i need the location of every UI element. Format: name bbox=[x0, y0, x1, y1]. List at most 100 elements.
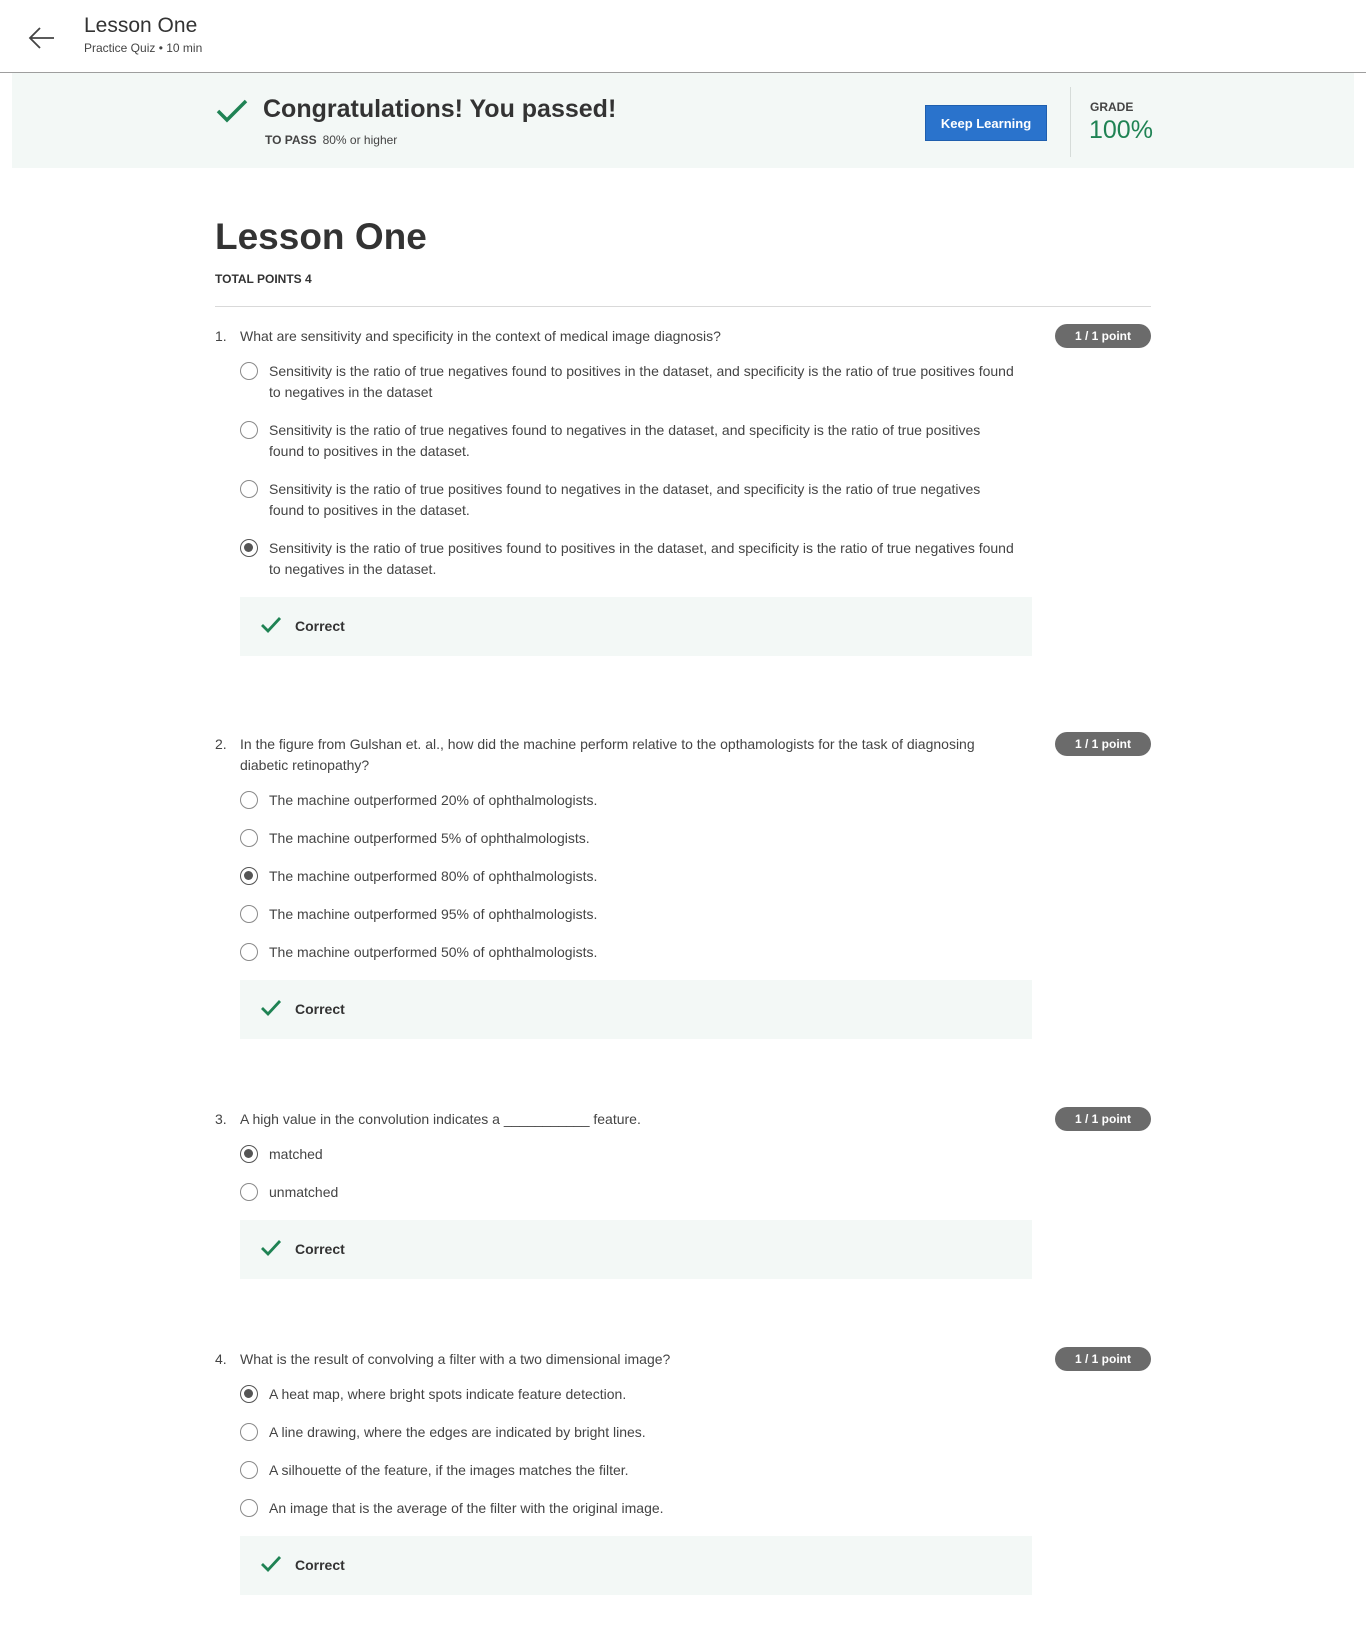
header-subtitle: Practice Quiz • 10 min bbox=[84, 41, 203, 55]
question-number: 2. bbox=[215, 736, 227, 752]
answer-option[interactable]: An image that is the average of the filt… bbox=[240, 1498, 1151, 1519]
option-label: Sensitivity is the ratio of true negativ… bbox=[269, 422, 981, 459]
radio-selected[interactable] bbox=[240, 1145, 258, 1163]
option-label: matched bbox=[269, 1146, 323, 1162]
option-label: The machine outperformed 80% of ophthalm… bbox=[269, 868, 598, 884]
answer-option[interactable]: Sensitivity is the ratio of true positiv… bbox=[240, 538, 1151, 580]
quiz-content: Lesson One TOTAL POINTS 4 1. What are sen… bbox=[215, 215, 1151, 1595]
option-label: Sensitivity is the ratio of true positiv… bbox=[269, 540, 1014, 577]
answer-options: Sensitivity is the ratio of true negativ… bbox=[240, 361, 1151, 580]
question-text: What are sensitivity and specificity in … bbox=[240, 328, 721, 344]
answer-option[interactable]: The machine outperformed 80% of ophthalm… bbox=[240, 866, 1151, 887]
radio-button[interactable] bbox=[240, 829, 258, 847]
radio-button[interactable] bbox=[240, 421, 258, 439]
option-label: A line drawing, where the edges are indi… bbox=[269, 1424, 646, 1440]
points-badge: 1 / 1 point bbox=[1055, 1107, 1151, 1131]
radio-button[interactable] bbox=[240, 791, 258, 809]
header-title: Lesson One bbox=[84, 14, 198, 37]
question-1: 1. What are sensitivity and specificity i… bbox=[215, 324, 1151, 656]
feedback-text: Correct bbox=[295, 618, 345, 634]
checkmark-icon bbox=[261, 617, 282, 634]
radio-button[interactable] bbox=[240, 905, 258, 923]
feedback-box: Correct bbox=[240, 1536, 1032, 1595]
page-title: Lesson One bbox=[215, 216, 427, 257]
option-label: Sensitivity is the ratio of true negativ… bbox=[269, 363, 1014, 400]
option-label: unmatched bbox=[269, 1184, 339, 1200]
arrow-left-icon bbox=[28, 27, 54, 49]
option-label: The machine outperformed 5% of ophthalmo… bbox=[269, 830, 590, 846]
radio-selected[interactable] bbox=[240, 1385, 258, 1403]
option-label: Sensitivity is the ratio of true positiv… bbox=[269, 481, 981, 518]
radio-button[interactable] bbox=[240, 1499, 258, 1517]
option-label: A silhouette of the feature, if the imag… bbox=[269, 1462, 629, 1478]
checkmark-icon bbox=[216, 99, 248, 123]
question-text: A high value in the convolution indicate… bbox=[240, 1111, 641, 1127]
option-label: The machine outperformed 50% of ophthalm… bbox=[269, 944, 598, 960]
radio-button[interactable] bbox=[240, 1423, 258, 1441]
answer-option[interactable]: A silhouette of the feature, if the imag… bbox=[240, 1460, 1151, 1481]
question-header: 4. What is the result of convolving a fil… bbox=[215, 1347, 1151, 1371]
top-bar: Lesson One Practice Quiz • 10 min bbox=[0, 0, 1366, 73]
question-header: 1. What are sensitivity and specificity i… bbox=[215, 324, 1151, 348]
feedback-text: Correct bbox=[295, 1241, 345, 1257]
radio-button[interactable] bbox=[240, 1461, 258, 1479]
radio-selected[interactable] bbox=[240, 539, 258, 557]
answer-option[interactable]: A line drawing, where the edges are indi… bbox=[240, 1422, 1151, 1443]
answer-option[interactable]: Sensitivity is the ratio of true positiv… bbox=[240, 479, 1151, 521]
result-banner: Congratulations! You passed! TO PASS 80% … bbox=[12, 73, 1354, 168]
radio-selected[interactable] bbox=[240, 867, 258, 885]
grade-value: 100% bbox=[1089, 116, 1153, 144]
question-header: 2. In the figure from Gulshan et. al., ho… bbox=[215, 732, 1151, 776]
answer-option[interactable]: A heat map, where bright spots indicate … bbox=[240, 1384, 1151, 1405]
question-number: 1. bbox=[215, 328, 227, 344]
to-pass-value: 80% or higher bbox=[322, 133, 398, 147]
question-text: In the figure from Gulshan et. al., how … bbox=[240, 736, 975, 773]
option-label: A heat map, where bright spots indicate … bbox=[269, 1386, 627, 1402]
grade-label: GRADE bbox=[1090, 100, 1134, 114]
answer-options: The machine outperformed 20% of ophthalm… bbox=[240, 790, 1151, 963]
option-label: An image that is the average of the filt… bbox=[269, 1500, 664, 1516]
question-number: 4. bbox=[215, 1351, 227, 1367]
banner-divider bbox=[1070, 87, 1071, 157]
checkmark-icon bbox=[261, 1240, 282, 1257]
answer-option[interactable]: The machine outperformed 20% of ophthalm… bbox=[240, 790, 1151, 811]
feedback-box: Correct bbox=[240, 1220, 1032, 1279]
question-header: 3. A high value in the convolution indica… bbox=[215, 1107, 1151, 1131]
answer-option[interactable]: The machine outperformed 95% of ophthalm… bbox=[240, 904, 1151, 925]
question-text: What is the result of convolving a filte… bbox=[240, 1351, 671, 1367]
feedback-box: Correct bbox=[240, 980, 1032, 1039]
answer-option[interactable]: The machine outperformed 5% of ophthalmo… bbox=[240, 828, 1151, 849]
points-badge: 1 / 1 point bbox=[1055, 1347, 1151, 1371]
answer-option[interactable]: The machine outperformed 50% of ophthalm… bbox=[240, 942, 1151, 963]
checkmark-icon bbox=[261, 1000, 282, 1017]
radio-button[interactable] bbox=[240, 943, 258, 961]
points-badge: 1 / 1 point bbox=[1055, 324, 1151, 348]
question-3: 3. A high value in the convolution indica… bbox=[215, 1107, 1151, 1279]
feedback-text: Correct bbox=[295, 1001, 345, 1017]
answer-option[interactable]: Sensitivity is the ratio of true negativ… bbox=[240, 361, 1151, 403]
feedback-text: Correct bbox=[295, 1557, 345, 1573]
radio-button[interactable] bbox=[240, 362, 258, 380]
answer-option[interactable]: Sensitivity is the ratio of true negativ… bbox=[240, 420, 1151, 462]
pass-message: Congratulations! You passed! bbox=[263, 95, 617, 123]
back-button[interactable] bbox=[24, 20, 60, 56]
radio-button[interactable] bbox=[240, 480, 258, 498]
option-label: The machine outperformed 95% of ophthalm… bbox=[269, 906, 598, 922]
answer-options: matched unmatched bbox=[240, 1144, 1151, 1203]
answer-option[interactable]: matched bbox=[240, 1144, 1151, 1165]
question-2: 2. In the figure from Gulshan et. al., ho… bbox=[215, 732, 1151, 1039]
pass-requirement: TO PASS 80% or higher bbox=[265, 133, 397, 147]
answer-option[interactable]: unmatched bbox=[240, 1182, 1151, 1203]
divider bbox=[215, 306, 1151, 307]
option-label: The machine outperformed 20% of ophthalm… bbox=[269, 792, 598, 808]
question-list: 1. What are sensitivity and specificity i… bbox=[215, 324, 1151, 1595]
points-badge: 1 / 1 point bbox=[1055, 732, 1151, 756]
feedback-box: Correct bbox=[240, 597, 1032, 656]
question-4: 4. What is the result of convolving a fil… bbox=[215, 1347, 1151, 1595]
checkmark-icon bbox=[261, 1556, 282, 1573]
question-number: 3. bbox=[215, 1111, 227, 1127]
answer-options: A heat map, where bright spots indicate … bbox=[240, 1384, 1151, 1519]
to-pass-label: TO PASS bbox=[265, 133, 317, 147]
radio-button[interactable] bbox=[240, 1183, 258, 1201]
keep-learning-button[interactable]: Keep Learning bbox=[925, 105, 1047, 141]
